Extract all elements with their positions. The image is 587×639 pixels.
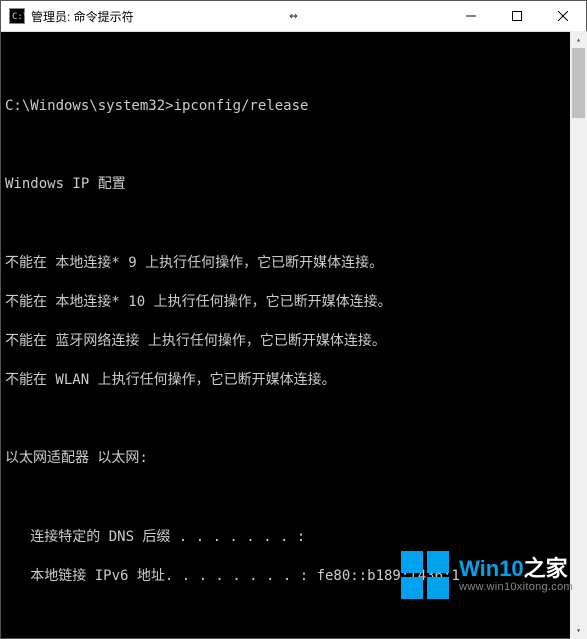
ip-config-header: Windows IP 配置 [5,175,582,195]
blank-line [5,606,582,626]
cmd-window: C:\ 管理员: 命令提示符 ↔ C:\Windows\system32>ipc… [0,0,587,639]
blank-line [5,58,582,78]
blank-line [5,214,582,234]
minimize-button[interactable] [448,1,494,31]
error-line: 不能在 本地连接* 9 上执行任何操作，它已断开媒体连接。 [5,254,582,274]
error-line: 不能在 WLAN 上执行任何操作，它已断开媒体连接。 [5,371,582,391]
error-line: 不能在 蓝牙网络连接 上执行任何操作，它已断开媒体连接。 [5,332,582,352]
error-line: 不能在 本地连接* 10 上执行任何操作，它已断开媒体连接。 [5,293,582,313]
prompt-line: C:\Windows\system32>ipconfig/release [5,97,582,117]
blank-line [5,136,582,156]
resize-indicator-icon: ↔ [289,8,297,24]
scrollbar-thumb[interactable] [572,48,585,118]
cmd-icon: C:\ [9,8,25,24]
close-button[interactable] [540,1,586,31]
adapter-property: 连接特定的 DNS 后缀 . . . . . . . : [5,528,582,548]
scrollbar-track[interactable] [570,48,587,622]
window-controls [448,1,586,31]
titlebar[interactable]: C:\ 管理员: 命令提示符 ↔ [1,1,586,32]
adapter-title: 以太网适配器 以太网: [5,449,582,469]
svg-text:C:\: C:\ [12,12,25,22]
terminal-output[interactable]: C:\Windows\system32>ipconfig/release Win… [1,32,586,638]
window-title: 管理员: 命令提示符 [31,8,134,25]
scroll-up-button[interactable]: ▴ [570,31,587,48]
prompt-path: C:\Windows\system32> [5,98,174,114]
vertical-scrollbar[interactable]: ▴ ▾ [570,31,587,639]
maximize-button[interactable] [494,1,540,31]
blank-line [5,489,582,509]
blank-line [5,410,582,430]
scroll-down-button[interactable]: ▾ [570,622,587,639]
adapter-property: 本地链接 IPv6 地址. . . . . . . . : fe80::b189… [5,567,582,587]
prompt-command: ipconfig/release [174,98,309,114]
